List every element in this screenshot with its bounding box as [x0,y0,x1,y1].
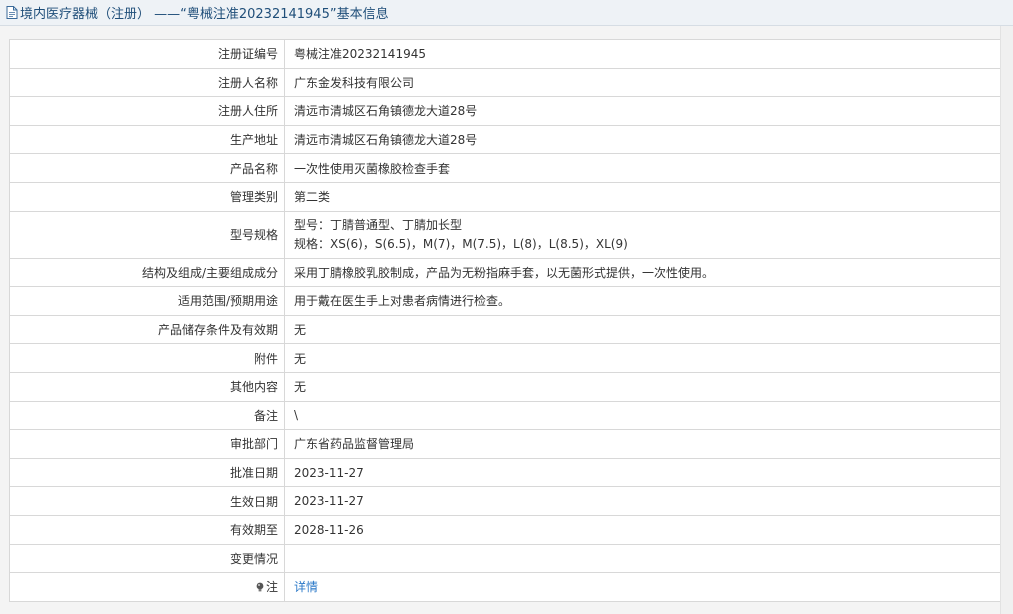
row-value: 2028-11-26 [284,514,1001,545]
table-row: 注册人住所 清远市清城区石角镇德龙大道28号 [9,96,1001,126]
table-row: 备注 \ [9,400,1001,431]
row-value: 2023-11-27 [284,457,1001,488]
row-label: 注 [265,580,278,595]
row-value: 详情 [284,572,1001,602]
row-value: 一次性使用灭菌橡胶检查手套 [284,153,1001,183]
model-line: 型号：丁腈普通型、丁腈加长型 [294,217,463,232]
page-title: 境内医疗器械（注册） ——“粤械注准20232141945”基本信息 [20,7,389,22]
row-value: 清远市清城区石角镇德龙大道28号 [284,124,1001,155]
row-label: 管理类别 [9,181,285,212]
scrollbar[interactable] [1000,26,1013,614]
table-row: 产品名称 一次性使用灭菌橡胶检查手套 [9,153,1001,183]
table-row: 生产地址 清远市清城区石角镇德龙大道28号 [9,124,1001,155]
row-label: 注册人住所 [9,96,285,126]
table-row: 注册证编号 粤械注准20232141945 [9,39,1001,69]
table-row: 产品储存条件及有效期 无 [9,314,1001,345]
row-label: 产品储存条件及有效期 [9,314,285,345]
table-row: 批准日期 2023-11-27 [9,457,1001,488]
row-value: 粤械注准20232141945 [284,39,1001,69]
row-label: 审批部门 [9,429,285,459]
table-row: 其他内容 无 [9,371,1001,402]
content-panel: 注册证编号 粤械注准20232141945 注册人名称 广东金发科技有限公司 注… [0,26,1013,614]
row-label: 结构及组成/主要组成成分 [9,257,285,288]
row-value: 用于戴在医生手上对患者病情进行检查。 [284,286,1001,316]
row-label: 其他内容 [9,371,285,402]
row-label: 适用范围/预期用途 [9,286,285,316]
row-value: 2023-11-27 [284,486,1001,516]
table-row: 型号规格 型号：丁腈普通型、丁腈加长型 规格：XS(6)，S(6.5)，M(7)… [9,210,1001,259]
row-label: 生效日期 [9,486,285,516]
page-header: 境内医疗器械（注册） ——“粤械注准20232141945”基本信息 [0,0,1013,26]
note-label-cell: 注 [9,572,285,602]
table-row: 结构及组成/主要组成成分 采用丁腈橡胶乳胶制成，产品为无粉指麻手套，以无菌形式提… [9,257,1001,288]
row-value: 第二类 [284,181,1001,212]
table-row: 注册人名称 广东金发科技有限公司 [9,67,1001,98]
row-value: 广东金发科技有限公司 [284,67,1001,98]
row-label: 注册证编号 [9,39,285,69]
row-value: 无 [284,314,1001,345]
details-link[interactable]: 详情 [294,580,318,594]
spec-line: 规格：XS(6)，S(6.5)，M(7)，M(7.5)，L(8)，L(8.5)，… [294,236,628,251]
table-row: 生效日期 2023-11-27 [9,486,1001,516]
row-value: \ [284,400,1001,431]
row-label: 型号规格 [9,210,285,259]
table-row: 适用范围/预期用途 用于戴在医生手上对患者病情进行检查。 [9,286,1001,316]
row-value [284,543,1001,574]
table-row: 附件 无 [9,343,1001,373]
row-value: 广东省药品监督管理局 [284,429,1001,459]
table-row: 有效期至 2028-11-26 [9,514,1001,545]
row-label: 变更情况 [9,543,285,574]
table-row: 注 详情 [9,572,1001,602]
table-row: 管理类别 第二类 [9,181,1001,212]
document-icon [6,6,18,19]
row-label: 生产地址 [9,124,285,155]
row-label: 附件 [9,343,285,373]
row-label: 备注 [9,400,285,431]
row-value: 型号：丁腈普通型、丁腈加长型 规格：XS(6)，S(6.5)，M(7)，M(7.… [284,210,1001,259]
row-value: 清远市清城区石角镇德龙大道28号 [284,96,1001,126]
row-value: 无 [284,343,1001,373]
basic-info-table: 注册证编号 粤械注准20232141945 注册人名称 广东金发科技有限公司 注… [9,39,1001,602]
row-value: 无 [284,371,1001,402]
row-value: 采用丁腈橡胶乳胶制成，产品为无粉指麻手套，以无菌形式提供，一次性使用。 [284,257,1001,288]
row-label: 批准日期 [9,457,285,488]
row-label: 注册人名称 [9,67,285,98]
table-row: 变更情况 [9,543,1001,574]
row-label: 产品名称 [9,153,285,183]
table-row: 审批部门 广东省药品监督管理局 [9,429,1001,459]
row-label: 有效期至 [9,514,285,545]
lightbulb-icon [255,581,265,592]
